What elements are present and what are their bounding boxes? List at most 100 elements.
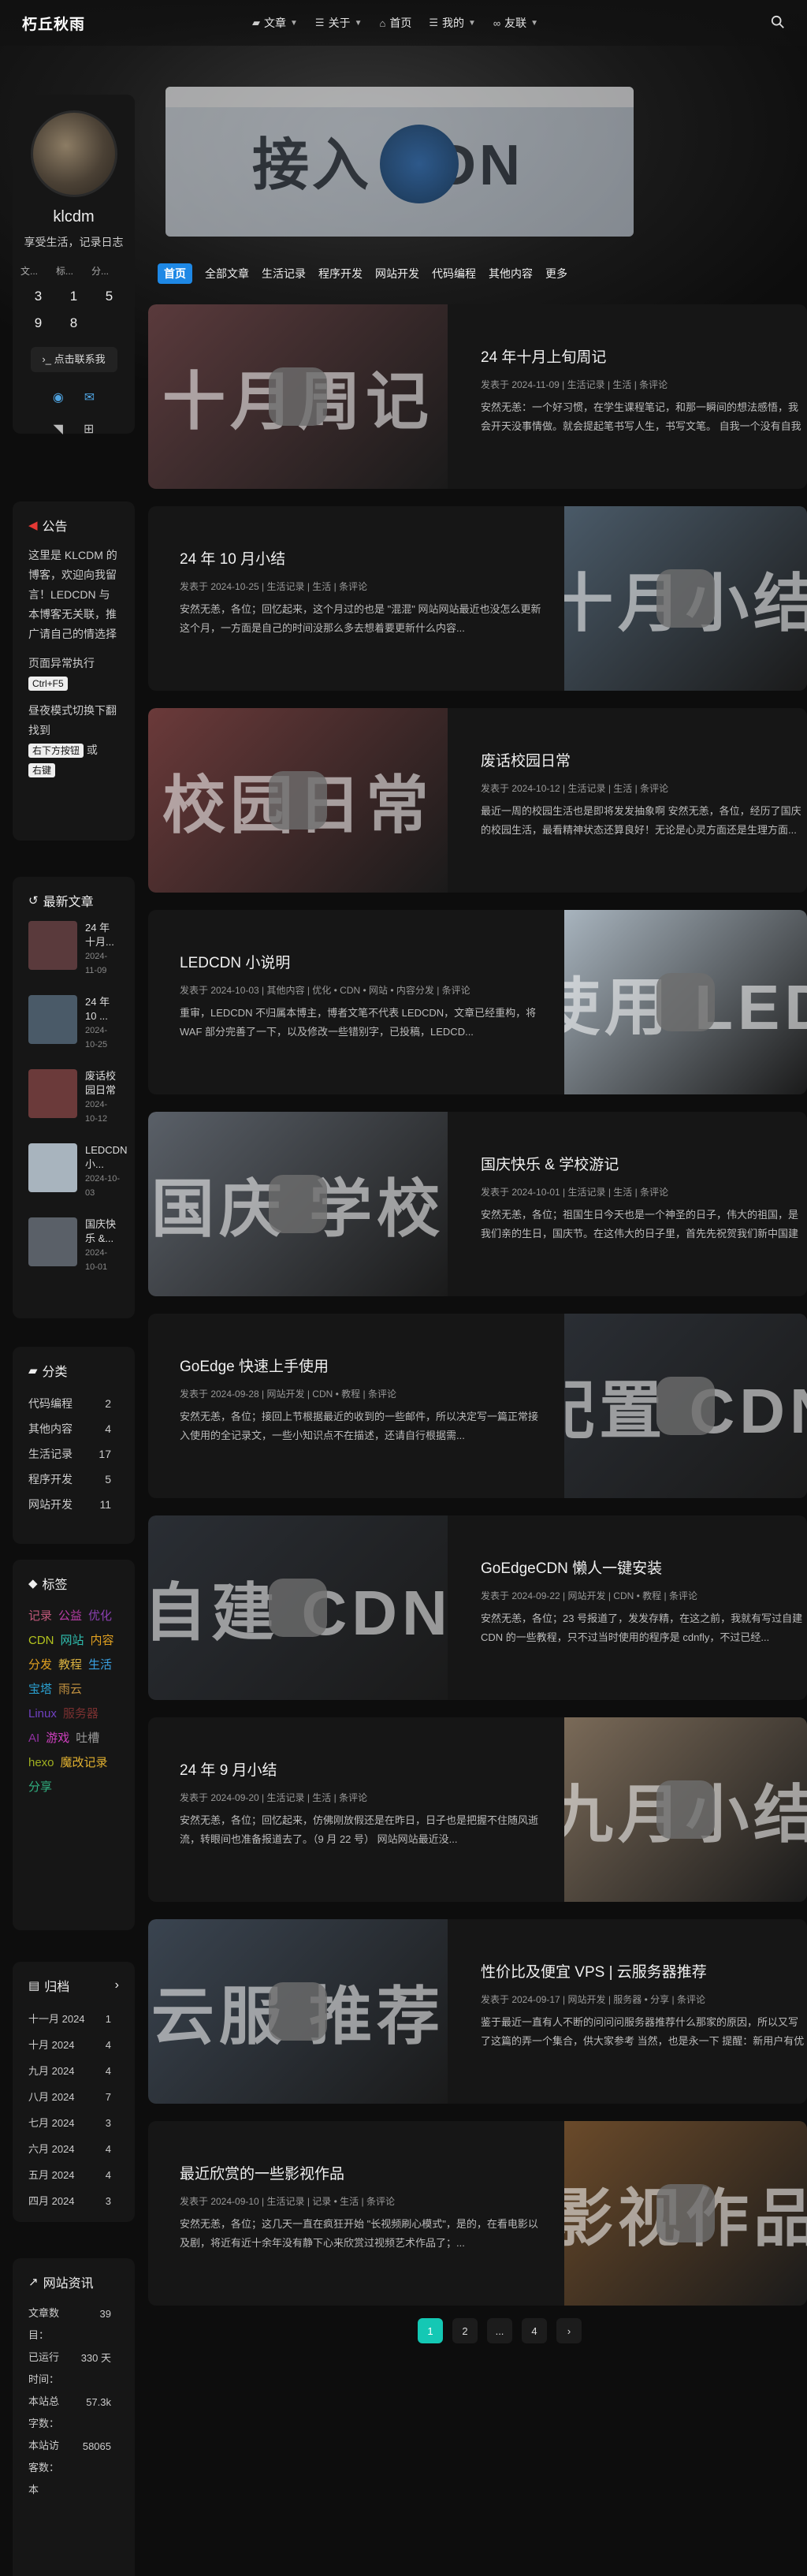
post-title[interactable]: 国庆快乐 & 学校游记 [481, 1153, 807, 1174]
post-card[interactable]: 九月小结24 年 9 月小结发表于 2024-09-20 | 生活记录 | 生活… [148, 1717, 807, 1902]
category-item[interactable]: 程序开发 5 [28, 1467, 119, 1492]
nav-item-articles[interactable]: ▰ 文章 ▼ [252, 15, 298, 31]
site-brand[interactable]: 朽丘秋雨 [22, 13, 85, 34]
tag-link[interactable]: AI [28, 1732, 39, 1745]
email-icon[interactable]: ✉ [84, 390, 95, 405]
stat-tags[interactable]: 标... 1 [56, 264, 91, 304]
page-button[interactable]: › [556, 2318, 582, 2343]
category-item[interactable]: 其他内容 4 [28, 1416, 119, 1441]
post-cover[interactable]: 自建 CDN [148, 1515, 448, 1700]
recent-thumb[interactable] [28, 1143, 77, 1192]
recent-thumb[interactable] [28, 1069, 77, 1118]
tag-link[interactable]: 吐槽 [76, 1732, 99, 1745]
tag-link[interactable]: 游戏 [46, 1732, 69, 1745]
tab-item[interactable]: 其他内容 [489, 263, 533, 284]
archive-item[interactable]: 五月 2024 4 [28, 2162, 119, 2188]
tag-link[interactable]: Linux [28, 1707, 57, 1720]
category-item[interactable]: 生活记录 17 [28, 1441, 119, 1467]
recent-item[interactable]: 国庆快乐 &... 2024-10-01 [28, 1217, 119, 1274]
category-item[interactable]: 网站开发 11 [28, 1492, 119, 1517]
post-card[interactable]: 校园日常废话校园日常发表于 2024-10-12 | 生活记录 | 生活 | 条… [148, 708, 807, 893]
tag-link[interactable]: 网站 [61, 1634, 84, 1647]
recent-item[interactable]: 24 年 10 ... 2024-10-25 [28, 995, 119, 1052]
contact-button[interactable]: ›_ 点击联系我 [30, 347, 117, 372]
tab-item[interactable]: 程序开发 [318, 263, 363, 284]
tag-link[interactable]: CDN [28, 1634, 54, 1647]
archive-item[interactable]: 六月 2024 4 [28, 2136, 119, 2162]
tab-item[interactable]: 网站开发 [375, 263, 419, 284]
post-cover[interactable]: 十月周记 [148, 304, 448, 489]
post-title[interactable]: 24 年十月上旬周记 [481, 345, 807, 367]
github-icon[interactable]: ◉ [53, 390, 64, 405]
post-title[interactable]: 最近欣赏的一些影视作品 [180, 2162, 542, 2183]
post-title[interactable]: GoEdge 快速上手使用 [180, 1355, 542, 1376]
recent-thumb[interactable] [28, 1217, 77, 1266]
post-title[interactable]: 性价比及便宜 VPS | 云服务器推荐 [481, 1960, 807, 1981]
tag-link[interactable]: 公益 [58, 1609, 82, 1623]
tag-link[interactable]: 记录 [28, 1609, 52, 1623]
chevron-right-icon[interactable]: › [115, 1978, 119, 1993]
post-card[interactable]: 使用 LEDLEDCDN 小说明发表于 2024-10-03 | 其他内容 | … [148, 910, 807, 1094]
tag-link[interactable]: 生活 [88, 1658, 112, 1672]
search-icon[interactable] [771, 15, 785, 29]
post-cover[interactable]: 配置 CDN [564, 1314, 807, 1498]
page-button[interactable]: 2 [452, 2318, 478, 2343]
archive-item[interactable]: 七月 2024 3 [28, 2110, 119, 2136]
tab-item[interactable]: 全部文章 [205, 263, 249, 284]
tag-link[interactable]: hexo [28, 1756, 54, 1769]
recent-item[interactable]: LEDCDN 小... 2024-10-03 [28, 1143, 127, 1200]
tag-link[interactable]: 宝塔 [28, 1683, 52, 1696]
post-cover[interactable]: 九月小结 [564, 1717, 807, 1902]
tab-item[interactable]: 首页 [158, 263, 192, 284]
post-card[interactable]: 配置 CDNGoEdge 快速上手使用发表于 2024-09-28 | 网站开发… [148, 1314, 807, 1498]
nav-item-about[interactable]: ☰ 关于 ▼ [315, 15, 363, 31]
post-cover[interactable]: 国庆 学校 [148, 1112, 448, 1296]
archive-item[interactable]: 十一月 2024 1 [28, 2006, 119, 2032]
archive-item[interactable]: 八月 2024 7 [28, 2084, 119, 2110]
tab-item[interactable]: 生活记录 [262, 263, 306, 284]
nav-item-home[interactable]: ⌂ 首页 [379, 15, 411, 31]
nav-item-mine[interactable]: ☰ 我的 ▼ [429, 15, 476, 31]
tab-item[interactable]: 代码编程 [432, 263, 476, 284]
post-cover[interactable]: 云服 推荐 [148, 1919, 448, 2104]
archive-item[interactable]: 十月 2024 4 [28, 2032, 119, 2058]
page-button[interactable]: 4 [522, 2318, 547, 2343]
post-title[interactable]: 24 年 10 月小结 [180, 547, 542, 569]
post-card[interactable]: 十月周记24 年十月上旬周记发表于 2024-11-09 | 生活记录 | 生活… [148, 304, 807, 489]
post-title[interactable]: GoEdgeCDN 懒人一键安装 [481, 1556, 807, 1578]
tag-link[interactable]: 雨云 [58, 1683, 82, 1696]
tag-link[interactable]: 服务器 [63, 1707, 99, 1720]
tag-link[interactable]: 教程 [58, 1658, 82, 1672]
category-item[interactable]: 代码编程 2 [28, 1391, 119, 1416]
post-card[interactable]: 十月小结24 年 10 月小结发表于 2024-10-25 | 生活记录 | 生… [148, 506, 807, 691]
archive-item[interactable]: 九月 2024 4 [28, 2058, 119, 2084]
post-cover[interactable]: 校园日常 [148, 708, 448, 893]
post-cover[interactable]: 影视作品 [564, 2121, 807, 2306]
post-title[interactable]: 废话校园日常 [481, 749, 807, 770]
sitemap-icon[interactable]: ⊞ [84, 421, 94, 437]
tag-link[interactable]: 分享 [28, 1780, 52, 1794]
tag-link[interactable]: 优化 [88, 1609, 112, 1623]
post-cover[interactable]: 十月小结 [564, 506, 807, 691]
post-title[interactable]: LEDCDN 小说明 [180, 951, 542, 972]
page-button[interactable]: 1 [418, 2318, 443, 2343]
recent-item[interactable]: 废话校园日常 2024-10-12 [28, 1069, 119, 1126]
archive-item[interactable]: 四月 2024 3 [28, 2188, 119, 2214]
post-title[interactable]: 24 年 9 月小结 [180, 1758, 542, 1780]
tag-link[interactable]: 魔改记录 [61, 1756, 108, 1769]
stat-articles[interactable]: 文... 3 [20, 264, 56, 304]
rss-icon[interactable]: ◥ [54, 421, 63, 437]
nav-item-friends[interactable]: ∞ 友联 ▼ [493, 15, 538, 31]
recent-thumb[interactable] [28, 921, 77, 970]
top-banner[interactable]: 接入 CDN [165, 87, 634, 237]
avatar[interactable] [30, 110, 117, 197]
recent-item[interactable]: 24 年十月... 2024-11-09 [28, 921, 119, 978]
recent-thumb[interactable] [28, 995, 77, 1044]
post-card[interactable]: 影视作品最近欣赏的一些影视作品发表于 2024-09-10 | 生活记录 | 记… [148, 2121, 807, 2306]
post-card[interactable]: 国庆 学校 国庆快乐 & 学校游记 发表于 2024-10-01 | 生活记录 | … [148, 1112, 807, 1296]
tab-item[interactable]: 更多 [545, 263, 567, 284]
post-cover[interactable]: 使用 LED [564, 910, 807, 1094]
stat-categories[interactable]: 分... 5 [91, 264, 127, 304]
post-card[interactable]: 云服 推荐 性价比及便宜 VPS | 云服务器推荐 发表于 2024-09-17 |… [148, 1919, 807, 2104]
post-card[interactable]: 自建 CDN GoEdgeCDN 懒人一键安装 发表于 2024-09-22 | 网… [148, 1515, 807, 1700]
